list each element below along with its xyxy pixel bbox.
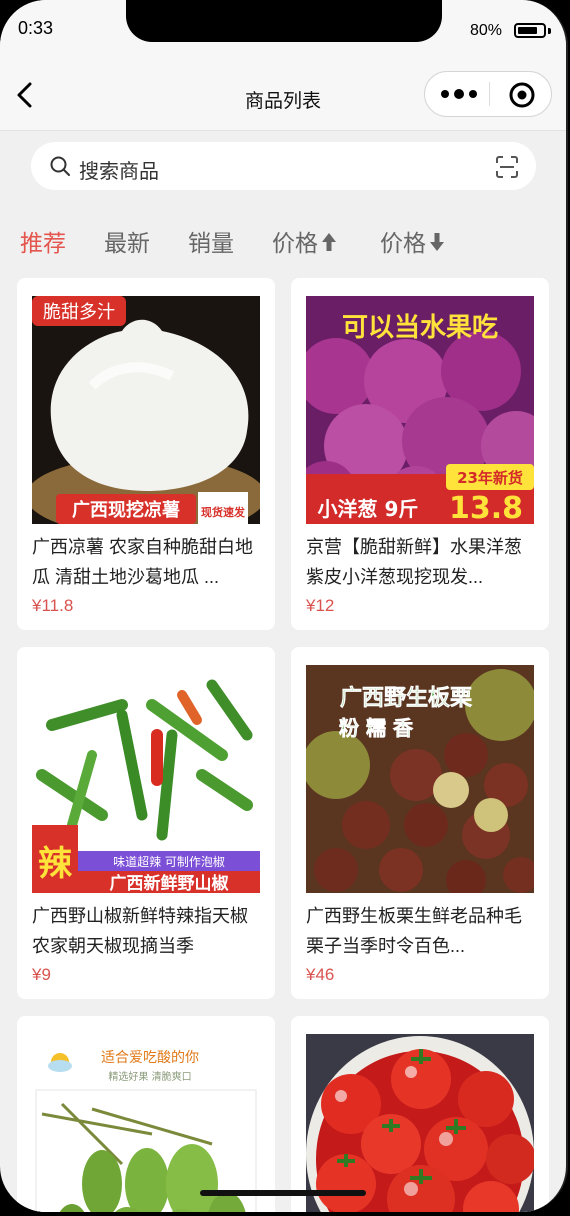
product-price: ¥46 <box>306 965 335 984</box>
notch <box>126 0 442 42</box>
tab-price-asc[interactable]: 价格 <box>272 224 338 258</box>
battery-icon <box>514 23 546 38</box>
more-icon[interactable] <box>439 85 479 103</box>
image-badge: 味道超辣 可制作泡椒 <box>113 854 225 869</box>
tab-label: 最新 <box>104 230 150 256</box>
phone-screen: 0:33 80% 商品列表 搜索商品 推荐 最新 销量 价格 价格 脆甜多汁 广… <box>0 0 568 1212</box>
product-image-chestnut: 广西野生板栗 粉 糯 香 <box>306 665 534 893</box>
nav-bar: 商品列表 <box>0 60 566 131</box>
battery-percent: 80% <box>470 22 503 39</box>
close-miniprogram-icon[interactable] <box>509 82 535 108</box>
image-badge: 23年新货 <box>457 469 523 487</box>
image-tag: 适合爱吃酸的你 <box>101 1050 199 1066</box>
product-title: 广西野山椒新鲜特辣指天椒农家朝天椒现摘当季 <box>32 906 248 956</box>
scan-icon[interactable] <box>495 155 519 179</box>
search-icon <box>50 156 70 176</box>
product-image-mango: 适合爱吃酸的你 精选好果 清脆爽口 <box>32 1034 260 1212</box>
image-badge: 现货速发 <box>201 505 246 519</box>
image-tag: 辣 <box>38 844 73 884</box>
mini-program-capsule <box>424 71 552 117</box>
tab-label: 价格 <box>272 230 318 256</box>
home-indicator[interactable] <box>200 1190 366 1196</box>
image-badge: 精选好果 清脆爽口 <box>108 1070 191 1083</box>
image-banner: 小洋葱 9斤 <box>318 497 419 521</box>
product-title: 京营【脆甜新鲜】水果洋葱 紫皮小洋葱现挖现发... <box>306 537 522 587</box>
arrow-up-icon <box>322 233 336 251</box>
image-price: 13.8 <box>449 491 523 524</box>
tab-sales[interactable]: 销量 <box>188 224 234 258</box>
image-tag: 广西野生板栗 <box>340 685 472 711</box>
status-time: 0:33 <box>18 18 54 38</box>
image-tag: 可以当水果吃 <box>342 313 498 343</box>
tab-label: 价格 <box>380 230 426 256</box>
image-tag: 脆甜多汁 <box>43 302 115 323</box>
product-card[interactable]: 辣 味道超辣 可制作泡椒 广西新鲜野山椒 广西野山椒新鲜特辣指天椒农家朝天椒现摘… <box>17 647 275 999</box>
search-placeholder: 搜索商品 <box>79 161 159 183</box>
product-card[interactable] <box>291 1016 549 1212</box>
capsule-divider <box>489 82 490 106</box>
product-card[interactable]: 广西野生板栗 粉 糯 香 广西野生板栗生鲜老品种毛栗子当季时令百色... ¥46 <box>291 647 549 999</box>
product-image-jicama: 脆甜多汁 广西现挖凉薯 现货速发 <box>32 296 260 524</box>
tab-price-desc[interactable]: 价格 <box>380 224 446 258</box>
product-price: ¥11.8 <box>32 596 74 615</box>
product-card[interactable]: 可以当水果吃 23年新货 小洋葱 9斤 13.8 京营【脆甜新鲜】水果洋葱 紫皮… <box>291 278 549 630</box>
product-price: ¥12 <box>306 596 335 615</box>
product-image-chili: 辣 味道超辣 可制作泡椒 广西新鲜野山椒 <box>32 665 260 893</box>
product-price: ¥9 <box>32 965 51 984</box>
product-title: 广西野生板栗生鲜老品种毛栗子当季时令百色... <box>306 906 522 956</box>
search-bar[interactable]: 搜索商品 <box>31 142 536 190</box>
battery-tip <box>548 28 551 34</box>
image-banner: 广西新鲜野山椒 <box>110 873 229 893</box>
tab-recommend[interactable]: 推荐 <box>20 224 66 258</box>
tab-label: 推荐 <box>20 230 66 256</box>
image-badge: 粉 糯 香 <box>339 716 414 740</box>
tab-label: 销量 <box>188 230 234 256</box>
product-card[interactable]: 脆甜多汁 广西现挖凉薯 现货速发 广西凉薯 农家自种脆甜白地瓜 清甜土地沙葛地瓜… <box>17 278 275 630</box>
image-banner: 广西现挖凉薯 <box>72 499 180 521</box>
product-card[interactable]: 适合爱吃酸的你 精选好果 清脆爽口 <box>17 1016 275 1212</box>
product-image-onion: 可以当水果吃 23年新货 小洋葱 9斤 13.8 <box>306 296 534 524</box>
product-title: 广西凉薯 农家自种脆甜白地瓜 清甜土地沙葛地瓜 ... <box>32 537 253 587</box>
tab-newest[interactable]: 最新 <box>104 224 150 258</box>
product-image-tomato <box>306 1034 534 1212</box>
arrow-down-icon <box>430 233 444 251</box>
battery-fill <box>518 27 538 34</box>
